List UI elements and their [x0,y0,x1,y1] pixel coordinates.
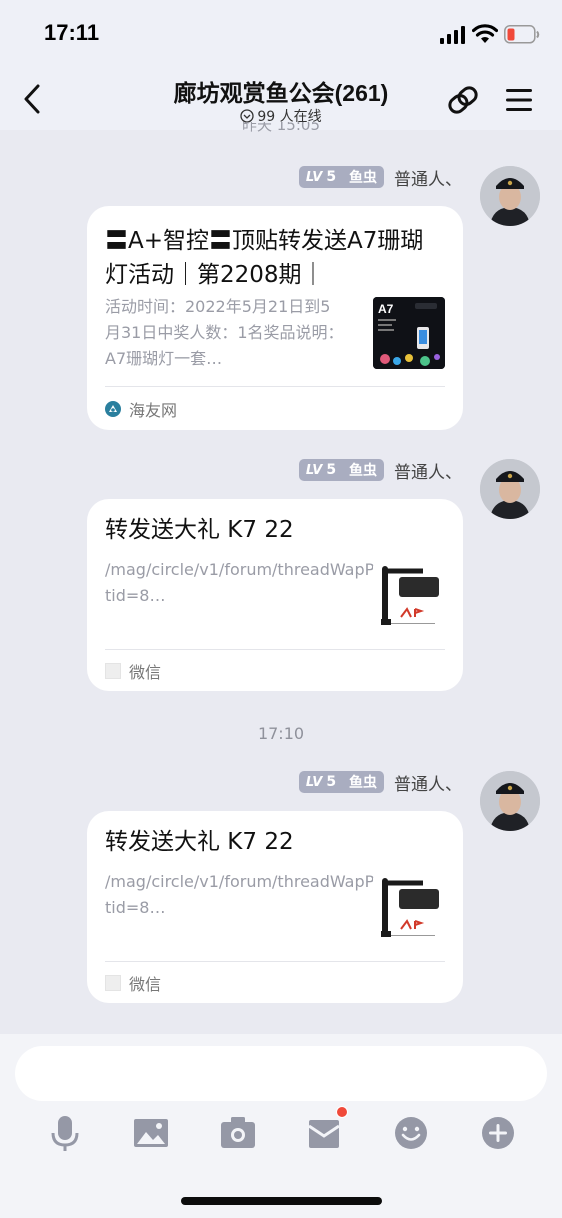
image-icon[interactable] [132,1114,170,1152]
camera-icon[interactable] [219,1114,257,1152]
level-badge: LV 5 鱼虫 [298,459,384,481]
card-source-name: 海友网 [129,401,178,420]
a7-lamp-thumbnail-icon: A7 [373,297,445,369]
input-bar [0,1034,562,1218]
status-bar: 17:11 [0,0,562,62]
avatar-image [480,166,540,226]
card-description: /mag/circle/v1/forum/threadWapPage?tid=8… [105,872,412,917]
microphone-icon[interactable] [46,1114,84,1152]
time-divider: 17:10 [257,724,305,743]
card-source-name: 微信 [129,663,162,682]
menu-button[interactable] [504,86,534,114]
card-divider [105,649,445,650]
cellular-signal-icon [440,26,465,44]
shared-link-card[interactable]: 〓A+智控〓顶贴转发送A7珊瑚灯活动｜第2208期｜ 活动时间：2022年5月2… [87,206,463,430]
card-thumbnail [373,875,445,947]
card-title: 〓A+智控〓顶贴转发送A7珊瑚灯活动｜第2208期｜ [105,228,424,288]
card-source: 海友网 [105,397,177,421]
shared-link-card[interactable]: 转发送大礼 K7 22 /mag/circle/v1/forum/threadW… [87,499,463,691]
emoji-icon[interactable] [392,1114,430,1152]
blank-icon [105,663,121,679]
avatar[interactable] [480,771,540,831]
notification-dot [336,1106,348,1118]
link-icon[interactable] [444,82,482,118]
card-source-name: 微信 [129,975,162,994]
svg-text:A7: A7 [378,302,394,316]
k7-lamp-thumbnail-icon [373,875,445,947]
haiyou-logo-icon [105,401,121,417]
sender-name[interactable]: 普通人、 [394,165,462,190]
plus-icon[interactable] [479,1114,517,1152]
avatar[interactable] [480,166,540,226]
card-divider [105,961,445,962]
card-description: /mag/circle/v1/forum/threadWapPage?tid=8… [105,560,412,605]
sender-meta: LV 5 鱼虫 普通人、 [298,770,462,795]
card-source: 微信 [105,971,161,995]
avatar[interactable] [480,459,540,519]
chat-header: 廊坊观赏鱼公会(261) 99 人在线 [0,62,562,130]
avatar-image [480,459,540,519]
red-packet-icon[interactable] [305,1114,343,1152]
sender-meta: LV 5 鱼虫 普通人、 [298,165,462,190]
shared-link-card[interactable]: 转发送大礼 K7 22 /mag/circle/v1/forum/threadW… [87,811,463,1003]
card-divider [105,386,445,387]
partial-timestamp: 昨天 15:05 [242,122,320,134]
sender-name[interactable]: 普通人、 [394,458,462,483]
level-badge: LV 5 鱼虫 [298,166,384,188]
card-source: 微信 [105,659,161,683]
status-time: 17:11 [44,20,100,45]
sender-name[interactable]: 普通人、 [394,770,462,795]
level-badge: LV 5 鱼虫 [298,771,384,793]
blank-icon [105,975,121,991]
home-indicator [181,1197,382,1205]
k7-lamp-thumbnail-icon [373,563,445,635]
card-description: 活动时间：2022年5月21日到5月31日中奖人数：1名奖品说明：A7珊瑚灯一套… [105,297,344,368]
avatar-image [480,771,540,831]
card-thumbnail: A7 [373,297,445,369]
message-input[interactable] [15,1046,547,1101]
sender-meta: LV 5 鱼虫 普通人、 [298,458,462,483]
card-title: 转发送大礼 K7 22 [105,829,294,855]
online-status-icon [240,109,255,123]
battery-icon [504,25,540,44]
card-thumbnail [373,563,445,635]
card-title: 转发送大礼 K7 22 [105,517,294,543]
wifi-icon [472,24,498,43]
